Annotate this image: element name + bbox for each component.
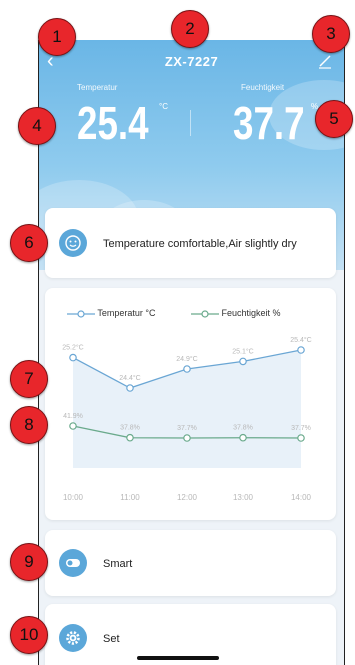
data-point xyxy=(297,434,305,442)
screenshot: ‹ ZX-7227 Temperatur 25.4 °C Feuchtigkei… xyxy=(0,0,355,665)
x-tick-label: 14:00 xyxy=(291,493,312,502)
device-title: ZX-7227 xyxy=(164,54,219,69)
x-tick-label: 13:00 xyxy=(233,493,254,502)
callout-badge-10: 10 xyxy=(10,616,48,654)
temperature-unit: °C xyxy=(159,102,168,111)
callout-badge-1: 1 xyxy=(38,18,76,56)
callout-badge-6: 6 xyxy=(10,224,48,262)
data-point xyxy=(239,357,247,366)
data-point xyxy=(126,433,134,442)
x-tick-label: 11:00 xyxy=(120,493,140,502)
callout-badge-7: 7 xyxy=(10,360,48,398)
callout-badge-8: 8 xyxy=(10,406,48,444)
history-chart-card: Temperatur °C Feuchtigkeit % 25.2°C 24.4°… xyxy=(45,288,336,520)
data-label: 25.1°C xyxy=(232,347,253,355)
data-label: 37.7% xyxy=(291,425,311,432)
app-screen: ‹ ZX-7227 Temperatur 25.4 °C Feuchtigkei… xyxy=(38,40,345,665)
callout-badge-4: 4 xyxy=(18,107,56,145)
data-label: 37.8% xyxy=(233,425,253,432)
data-point xyxy=(183,365,191,373)
callout-badge-2: 2 xyxy=(171,10,209,48)
data-label: 25.4°C xyxy=(290,336,311,344)
toggle-icon xyxy=(59,549,87,577)
set-label: Set xyxy=(103,633,120,645)
smart-label: Smart xyxy=(103,558,133,570)
data-label: 24.4°C xyxy=(119,374,140,382)
data-label: 24.9°C xyxy=(176,355,197,363)
humidity-value: 37.7 xyxy=(233,97,305,149)
callout-badge-9: 9 xyxy=(10,543,48,581)
x-tick-label: 10:00 xyxy=(63,493,84,502)
temperature-label: Temperatur xyxy=(77,83,118,92)
metric-divider xyxy=(190,110,191,136)
data-label: 37.7% xyxy=(177,425,197,432)
temperature-value: 25.4 xyxy=(77,97,149,149)
data-point xyxy=(126,384,134,392)
comfort-status-card: Temperature comfortable,Air slightly dry xyxy=(45,208,336,278)
callout-badge-3: 3 xyxy=(312,15,350,53)
data-point xyxy=(69,422,77,430)
data-label: 25.2°C xyxy=(62,344,83,352)
edit-button[interactable] xyxy=(316,52,334,70)
face-icon xyxy=(59,229,87,257)
humidity-label: Feuchtigkeit xyxy=(241,83,285,92)
comfort-message: Temperature comfortable,Air slightly dry xyxy=(103,238,297,250)
pencil-icon xyxy=(319,55,331,69)
line-chart: 25.2°C 24.4°C 24.9°C 25.1°C 25.4°C 41.9% 37.8%… xyxy=(62,336,312,502)
data-point xyxy=(239,433,247,442)
gear-icon xyxy=(59,624,87,652)
callout-badge-5: 5 xyxy=(315,100,353,138)
data-label: 37.8% xyxy=(120,425,140,432)
data-point xyxy=(297,346,305,354)
data-point xyxy=(183,434,191,442)
x-tick-label: 12:00 xyxy=(177,493,198,502)
data-point xyxy=(69,353,77,362)
smart-menu-item[interactable]: Smart xyxy=(45,530,336,596)
home-indicator xyxy=(137,656,219,660)
data-label: 41.9% xyxy=(63,413,83,420)
